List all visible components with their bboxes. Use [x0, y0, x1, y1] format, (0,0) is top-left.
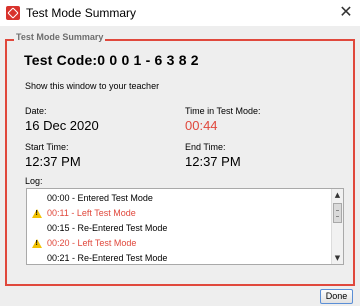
log-list[interactable]: 00:00 - Entered Test Mode 00:11 - Left T… — [26, 188, 344, 265]
scroll-up-arrow-icon[interactable]: ▲ — [332, 189, 343, 201]
scroll-thumb[interactable] — [333, 203, 342, 223]
done-button[interactable]: Done — [320, 289, 353, 304]
start-time-value: 12:37 PM — [25, 154, 81, 169]
log-entry-text: 00:00 - Entered Test Mode — [47, 193, 153, 203]
instruction-text: Show this window to your teacher — [25, 81, 160, 91]
app-logo-icon — [6, 6, 20, 20]
panel-legend: Test Mode Summary — [14, 32, 106, 42]
log-label: Log: — [25, 176, 43, 186]
start-time-label: Start Time: — [25, 142, 69, 152]
test-code: Test Code:0 0 0 1 - 6 3 8 2 — [24, 52, 199, 68]
scroll-down-arrow-icon[interactable]: ▼ — [332, 252, 343, 264]
warning-icon — [32, 209, 42, 218]
date-value: 16 Dec 2020 — [25, 118, 99, 133]
log-scrollbar[interactable]: ▲ ▼ — [331, 189, 343, 264]
time-in-mode-label: Time in Test Mode: — [185, 106, 261, 116]
log-entry-text: 00:15 - Re-Entered Test Mode — [47, 223, 168, 233]
log-entry-text: 00:20 - Left Test Mode — [47, 238, 137, 248]
date-label: Date: — [25, 106, 47, 116]
end-time-label: End Time: — [185, 142, 226, 152]
window-title: Test Mode Summary — [26, 6, 137, 20]
dialog-body: Test Mode Summary Test Code:0 0 0 1 - 6 … — [0, 26, 360, 306]
end-time-value: 12:37 PM — [185, 154, 241, 169]
time-in-mode-value: 00:44 — [185, 118, 218, 133]
warning-icon — [32, 239, 42, 248]
log-entry-text: 00:21 - Re-Entered Test Mode — [47, 253, 168, 263]
close-button[interactable]: ✕ — [338, 2, 354, 22]
log-entry-text: 00:11 - Left Test Mode — [47, 208, 136, 218]
title-bar: Test Mode Summary ✕ — [0, 0, 360, 26]
